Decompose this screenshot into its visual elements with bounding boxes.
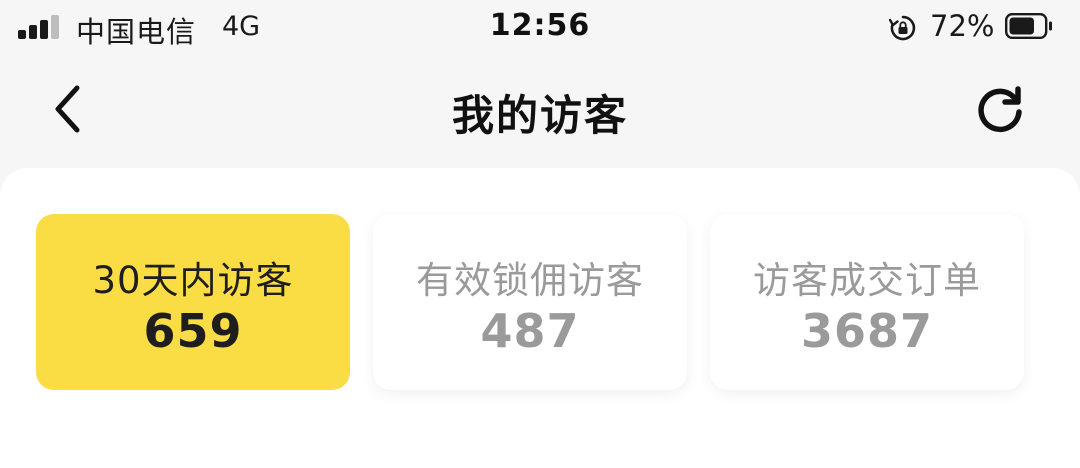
stat-card-visitor-orders[interactable]: 访客成交订单 3687 <box>710 214 1024 390</box>
stats-cards: 30天内访客 659 有效锁佣访客 487 访客成交订单 3687 <box>36 214 1080 390</box>
refresh-icon <box>978 86 1022 133</box>
stat-label: 30天内访客 <box>92 259 294 302</box>
stat-card-30day-visitors[interactable]: 30天内访客 659 <box>36 214 350 390</box>
nav-bar: 我的访客 <box>0 60 1080 160</box>
stat-value: 487 <box>480 304 580 358</box>
content-panel: 30天内访客 659 有效锁佣访客 487 访客成交订单 3687 <box>0 168 1080 468</box>
battery-percent: 72% <box>930 9 995 43</box>
stat-label: 访客成交订单 <box>753 259 981 302</box>
page-title: 我的访客 <box>451 91 628 140</box>
battery-icon <box>1005 13 1052 39</box>
refresh-button[interactable] <box>970 82 1030 138</box>
stat-label: 有效锁佣访客 <box>416 259 644 302</box>
stat-value: 3687 <box>800 304 934 358</box>
stat-card-locked-commission-visitors[interactable]: 有效锁佣访客 487 <box>373 214 687 390</box>
rotation-lock-icon <box>889 15 916 41</box>
status-time: 12:56 <box>489 8 591 43</box>
stat-value: 659 <box>143 304 243 358</box>
status-bar: 中国电信 4G 12:56 72% <box>0 0 1080 58</box>
